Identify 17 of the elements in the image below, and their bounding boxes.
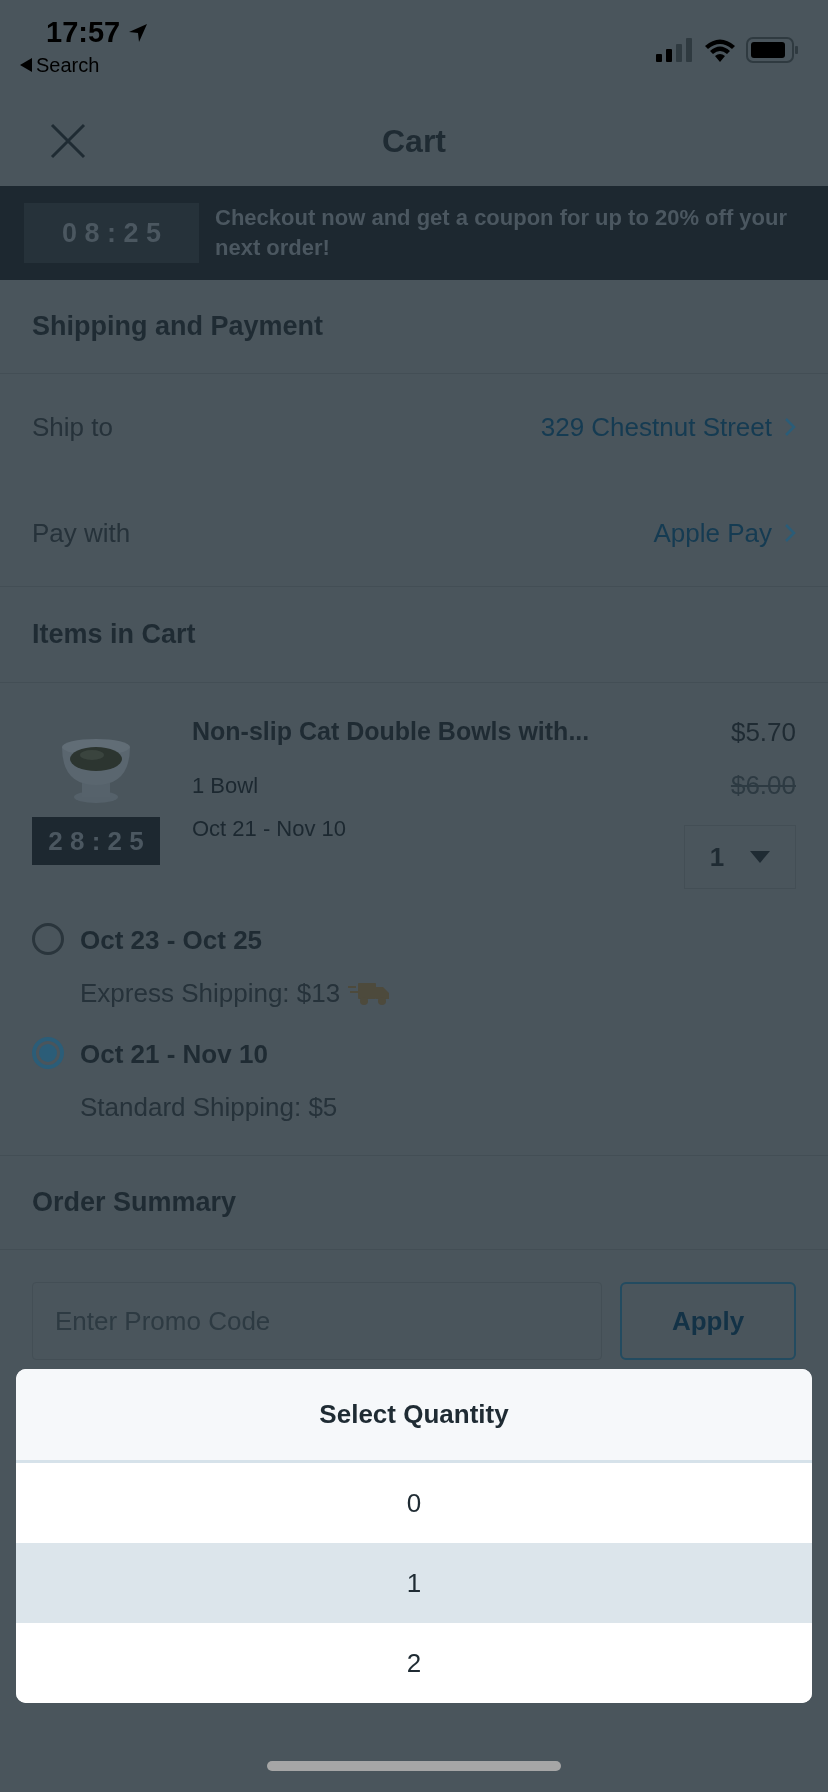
shipping-radio[interactable] (32, 923, 64, 955)
sheet-title: Select Quantity (319, 1398, 509, 1431)
status-time: 17:57 (46, 18, 121, 47)
signal-icon (656, 38, 694, 62)
caret-icon (750, 851, 771, 863)
chevron-right-icon (784, 417, 796, 437)
close-button[interactable] (50, 122, 86, 159)
back-triangle-icon (20, 58, 32, 72)
shipping-radio[interactable] (32, 1037, 64, 1069)
apply-button[interactable]: Apply (620, 1282, 796, 1360)
wifi-icon (704, 38, 736, 62)
back-to-search-link[interactable]: Search (36, 55, 100, 75)
chevron-right-icon (784, 523, 796, 543)
quantity-option[interactable]: 1 (16, 1543, 812, 1623)
battery-icon (746, 37, 798, 63)
truck-icon (348, 980, 391, 1007)
location-arrow-icon (128, 22, 149, 43)
